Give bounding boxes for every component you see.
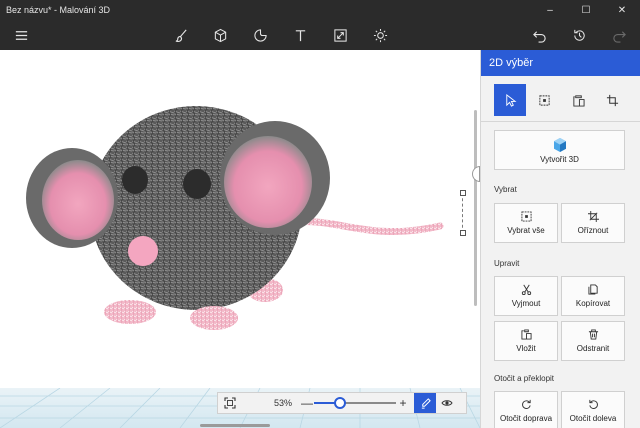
rotate-left-label: Otočit doleva: [569, 414, 617, 423]
crop-button[interactable]: Oříznout: [561, 203, 625, 243]
zoom-out-button[interactable]: —: [300, 396, 314, 410]
rotate-left-button[interactable]: Otočit doleva: [561, 391, 625, 428]
copy-icon: [587, 284, 598, 295]
canvas-resize-icon[interactable]: [329, 24, 351, 46]
crop-icon[interactable]: [596, 84, 628, 116]
crop-label: Oříznout: [577, 226, 609, 235]
rotate-left-icon: [588, 399, 598, 409]
copy-button[interactable]: Kopírovat: [561, 276, 625, 316]
rotate-right-icon: [521, 399, 531, 409]
paste-button[interactable]: Vložit: [494, 321, 558, 361]
minimize-button[interactable]: –: [532, 0, 568, 20]
text-icon[interactable]: [289, 24, 311, 46]
cube-icon: [553, 137, 566, 152]
drawing-canvas[interactable]: [0, 50, 480, 428]
crop-icon: [587, 211, 599, 222]
selection-handle-top[interactable]: [460, 190, 466, 196]
selection-box[interactable]: [462, 193, 467, 233]
redo-icon[interactable]: [608, 24, 630, 46]
brush-icon[interactable]: [170, 24, 192, 46]
delete-button[interactable]: Odstranit: [561, 321, 625, 361]
selection-mode-tabs: [481, 76, 640, 122]
section-rotate-title: Otočit a překlopit: [494, 374, 555, 383]
select-all-icon: [520, 211, 532, 222]
select-all-label: Vybrat vše: [507, 226, 545, 235]
close-button[interactable]: ✕: [604, 0, 640, 20]
undo-icon[interactable]: [528, 24, 550, 46]
pen-mode-icon[interactable]: [414, 393, 436, 413]
copy-label: Kopírovat: [575, 299, 611, 308]
fit-to-screen-icon[interactable]: [218, 393, 242, 413]
vertical-scrollbar[interactable]: [474, 110, 477, 306]
history-icon[interactable]: [568, 24, 590, 46]
create-3d-label: Vytvořit 3D: [540, 154, 579, 164]
window-title: Bez názvu* - Malování 3D: [6, 5, 111, 15]
cube-icon[interactable]: [209, 24, 231, 46]
section-select-title: Vybrat: [494, 185, 517, 194]
side-panel: 2D výběr Vytvořit 3D Vybrat Vybrat vše O…: [480, 50, 640, 428]
create-3d-button[interactable]: Vytvořit 3D: [494, 130, 625, 170]
panel-title: 2D výběr: [481, 50, 640, 76]
paste-label: Vložit: [516, 344, 536, 353]
trash-icon: [588, 329, 598, 340]
main-toolbar: [0, 20, 640, 50]
section-edit-title: Upravit: [494, 259, 520, 268]
selection-handle-bottom[interactable]: [460, 230, 466, 236]
cut-label: Vyjmout: [511, 299, 541, 308]
select-all-button[interactable]: Vybrat vše: [494, 203, 558, 243]
zoom-bar: 53% — +: [217, 392, 467, 414]
paste-icon: [520, 329, 532, 340]
cursor-icon[interactable]: [494, 84, 526, 116]
rotate-right-button[interactable]: Otočit doprava: [494, 391, 558, 428]
sticker-icon[interactable]: [249, 24, 271, 46]
clipboard-icon[interactable]: [562, 84, 594, 116]
rotate-right-label: Otočit doprava: [499, 414, 553, 423]
hamburger-menu-icon[interactable]: [10, 24, 32, 46]
eye-icon[interactable]: [436, 393, 458, 413]
zoom-in-button[interactable]: +: [396, 396, 410, 410]
scissors-icon: [521, 284, 531, 295]
title-bar: Bez názvu* - Malování 3D – ☐ ✕: [0, 0, 640, 20]
zoom-slider[interactable]: [314, 393, 396, 413]
mouse-3d-model[interactable]: [0, 50, 480, 388]
zoom-slider-thumb[interactable]: [334, 397, 346, 409]
maximize-button[interactable]: ☐: [568, 0, 604, 20]
delete-label: Odstranit: [576, 344, 610, 353]
scroll-indicator: [200, 424, 270, 427]
select-area-icon[interactable]: [528, 84, 560, 116]
cut-button[interactable]: Vyjmout: [494, 276, 558, 316]
zoom-percent: 53%: [273, 398, 292, 408]
sun-icon[interactable]: [369, 24, 391, 46]
